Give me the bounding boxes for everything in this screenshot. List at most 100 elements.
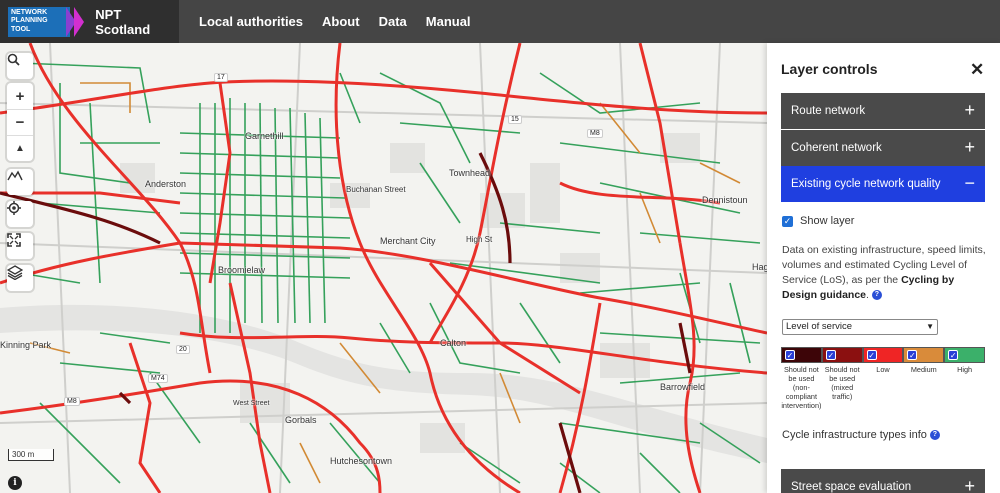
legend-label: Low <box>876 365 890 374</box>
brand[interactable]: NETWORK PLANNING TOOL NPT Scotland <box>0 0 179 43</box>
layer-description: Data on existing infrastructure, speed l… <box>782 243 987 303</box>
show-layer-toggle[interactable]: ✓ Show layer <box>782 215 854 227</box>
place-anderston: Anderston <box>145 179 187 189</box>
road-label-m8-east: M8 <box>587 129 603 138</box>
desc-end: . <box>866 289 869 301</box>
geolocate-button[interactable] <box>7 201 33 227</box>
place-gorbals: Gorbals <box>285 415 317 425</box>
locate-control <box>7 201 33 227</box>
show-layer-label: Show layer <box>800 215 855 227</box>
terrain-button[interactable] <box>7 169 33 195</box>
zoom-out-button[interactable]: − <box>7 109 33 135</box>
desc-text: Data on existing infrastructure, speed l… <box>782 244 986 286</box>
npt-logo[interactable]: NETWORK PLANNING TOOL <box>8 6 85 37</box>
fullscreen-icon <box>7 233 21 247</box>
section-label: Existing cycle network quality <box>791 178 941 190</box>
road-label-15: 15 <box>508 115 522 124</box>
top-bar: NETWORK PLANNING TOOL NPT Scotland Local… <box>0 0 1000 43</box>
legend-item: ✓ High <box>944 347 985 410</box>
show-layer-checkbox[interactable]: ✓ <box>782 215 793 227</box>
help-icon[interactable]: ? <box>929 430 940 441</box>
select-value: Level of service <box>786 321 853 332</box>
infra-label: Cycle infrastructure types info <box>782 429 927 441</box>
chevron-down-icon: ▼ <box>926 322 934 331</box>
legend-swatch[interactable]: ✓ <box>781 347 822 363</box>
logo-line-3: TOOL <box>11 25 31 33</box>
nav-about[interactable]: About <box>322 14 360 29</box>
logo-line-2: PLANNING <box>11 17 48 24</box>
los-legend: ✓ Should not be used (non-compliant inte… <box>781 347 985 410</box>
help-icon[interactable]: ? <box>871 290 882 301</box>
section-existing-cycle-network-quality[interactable]: Existing cycle network quality − <box>781 166 985 202</box>
place-calton: Calton <box>440 338 467 348</box>
legend-item: ✓ Medium <box>903 347 945 410</box>
panel-title: Layer controls <box>781 61 878 77</box>
place-hutchesontown: Hutchesontown <box>330 456 393 466</box>
place-hag: Hag <box>752 262 767 272</box>
nav-manual[interactable]: Manual <box>426 14 471 29</box>
legend-swatch[interactable]: ✓ <box>903 347 945 363</box>
layer-controls-panel: Layer controls ✕ Route network + Coheren… <box>767 43 1000 493</box>
brand-name[interactable]: NPT Scotland <box>95 7 179 37</box>
map-network-svg <box>0 43 767 493</box>
legend-swatch[interactable]: ✓ <box>821 347 863 363</box>
place-dennistoun: Dennistoun <box>702 195 748 205</box>
legend-label: Should not be used (mixed traffic) <box>824 365 860 401</box>
expand-icon: + <box>964 100 975 120</box>
collapse-icon: − <box>964 173 975 193</box>
infrastructure-types-info[interactable]: Cycle infrastructure types info? <box>782 429 940 441</box>
place-broomielaw: Broomielaw <box>218 265 266 275</box>
legend-label: Should not be used (non-compliant interv… <box>781 365 822 410</box>
layers-button[interactable] <box>7 265 33 291</box>
road-label-20: 20 <box>176 345 190 354</box>
legend-item: ✓ Low <box>862 347 904 410</box>
metric-select[interactable]: Level of service ▼ <box>782 319 938 335</box>
fullscreen-control <box>7 233 33 259</box>
layers-control <box>7 265 33 291</box>
place-kinning-park: Kinning Park <box>0 340 52 350</box>
road-label-m8-west: M8 <box>64 397 80 406</box>
attribution-info-icon[interactable]: i <box>8 476 22 490</box>
nav-local-authorities[interactable]: Local authorities <box>199 14 303 29</box>
zoom-controls: + − ▲ <box>7 83 33 161</box>
expand-icon: + <box>964 476 975 493</box>
legend-swatch[interactable]: ✓ <box>862 347 904 363</box>
nav-data[interactable]: Data <box>379 14 407 29</box>
compass-button[interactable]: ▲ <box>7 135 33 161</box>
search-button[interactable] <box>7 53 33 79</box>
search-control <box>7 53 33 79</box>
section-label: Coherent network <box>791 142 882 154</box>
section-label: Route network <box>791 105 866 117</box>
place-merchant-city: Merchant City <box>380 236 436 246</box>
zoom-in-button[interactable]: + <box>7 83 33 109</box>
main-nav: Local authorities About Data Manual <box>199 14 490 29</box>
legend-label: Medium <box>910 365 937 374</box>
place-townhead: Townhead <box>449 168 491 178</box>
place-buchanan-street: Buchanan Street <box>346 185 406 194</box>
layers-icon <box>7 265 23 280</box>
expand-icon: + <box>964 137 975 157</box>
crosshair-icon <box>7 201 21 215</box>
legend-swatch[interactable]: ✓ <box>944 347 985 363</box>
map-scale: 300 m <box>8 449 54 461</box>
legend-item: ✓ Should not be used (non-compliant inte… <box>781 347 822 410</box>
fullscreen-button[interactable] <box>7 233 33 259</box>
legend-label: High <box>957 365 973 374</box>
place-west-street: West Street <box>233 400 270 407</box>
legend-item: ✓ Should not be used (mixed traffic) <box>821 347 863 410</box>
road-label-m74: M74 <box>148 374 168 383</box>
section-street-space-evaluation[interactable]: Street space evaluation + <box>781 469 985 493</box>
terrain-control <box>7 169 33 195</box>
section-label: Street space evaluation <box>791 481 912 493</box>
place-garnethill: Garnethill <box>245 131 284 141</box>
place-high-st: High St <box>466 235 493 244</box>
logo-line-1: NETWORK <box>11 8 48 16</box>
mountain-icon <box>7 170 23 181</box>
section-coherent-network[interactable]: Coherent network + <box>781 130 985 166</box>
road-label-17: 17 <box>214 73 228 82</box>
place-barrowfield: Barrowfield <box>660 382 706 392</box>
search-icon <box>7 53 20 66</box>
close-icon[interactable]: ✕ <box>970 60 984 80</box>
map-canvas[interactable]: Garnethill Anderston Townhead Dennistoun… <box>0 43 767 493</box>
section-route-network[interactable]: Route network + <box>781 93 985 129</box>
